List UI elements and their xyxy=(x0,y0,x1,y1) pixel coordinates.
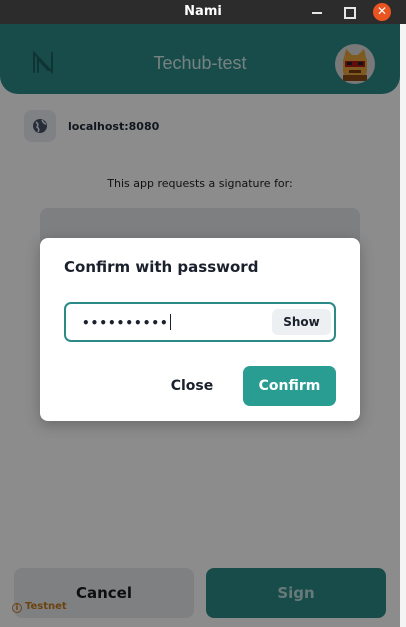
password-value: •••••••••• xyxy=(82,314,171,330)
confirm-button[interactable]: Confirm xyxy=(243,366,336,406)
close-button[interactable]: Close xyxy=(162,367,222,405)
password-input[interactable]: •••••••••• Show xyxy=(64,302,336,342)
show-password-button[interactable]: Show xyxy=(272,309,331,335)
window-titlebar: Nami ✕ xyxy=(0,0,406,24)
password-dialog: Confirm with password •••••••••• Show Cl… xyxy=(40,238,360,421)
dialog-title: Confirm with password xyxy=(64,258,259,276)
minimize-button[interactable] xyxy=(308,3,326,21)
window-edge xyxy=(400,24,406,627)
maximize-button[interactable] xyxy=(340,3,358,21)
window-close-button[interactable]: ✕ xyxy=(373,3,391,21)
text-caret xyxy=(169,314,171,330)
